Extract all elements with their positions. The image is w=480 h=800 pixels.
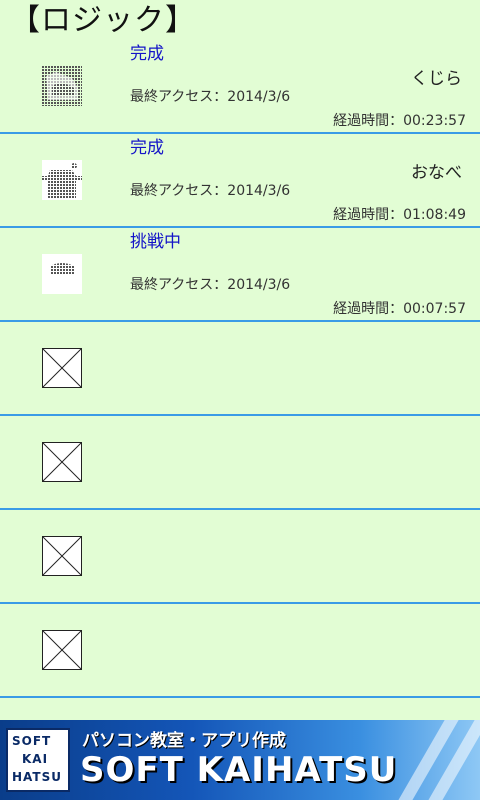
- banner-tagline: パソコン教室・アプリ作成: [82, 731, 286, 751]
- page-title: 【ロジック】: [10, 3, 196, 38]
- puzzle-name: くじら: [411, 69, 462, 89]
- puzzle-name: おなべ: [411, 163, 462, 183]
- partial-puzzle-icon: [42, 254, 82, 294]
- list-item[interactable]: 完成 くじら 最終アクセス：2014/3/6 経過時間：00:23:57: [0, 40, 480, 134]
- status-label: 挑戦中: [130, 232, 181, 252]
- empty-image-icon: [42, 442, 82, 482]
- list-item[interactable]: [0, 510, 480, 604]
- list-item[interactable]: [0, 416, 480, 510]
- whale-icon: [42, 66, 82, 106]
- logo-text: SOFT: [12, 734, 52, 748]
- last-access-text: 最終アクセス：2014/3/6: [130, 89, 291, 105]
- last-access-text: 最終アクセス：2014/3/6: [130, 277, 291, 293]
- app-screen: 【ロジック】 完成 くじら 最終アクセス：2014/3/6 経過時間：00:23…: [0, 0, 480, 800]
- list-item[interactable]: [0, 322, 480, 416]
- list-item[interactable]: 挑戦中 最終アクセス：2014/3/6 経過時間：00:07:57: [0, 228, 480, 322]
- logo-text: KAI: [22, 752, 49, 766]
- list-item[interactable]: 完成 おなべ 最終アクセス：2014/3/6 経過時間：01:08:49: [0, 134, 480, 228]
- empty-image-icon: [42, 348, 82, 388]
- logo-text: HATSU: [12, 770, 62, 784]
- list-item[interactable]: [0, 604, 480, 698]
- empty-image-icon: [42, 536, 82, 576]
- puzzle-list: 完成 くじら 最終アクセス：2014/3/6 経過時間：00:23:57 完成 …: [0, 40, 480, 698]
- company-logo: SOFT KAI HATSU: [6, 728, 70, 792]
- last-access-text: 最終アクセス：2014/3/6: [130, 183, 291, 199]
- pot-icon: [42, 160, 82, 200]
- elapsed-time-text: 経過時間：00:23:57: [333, 113, 466, 129]
- elapsed-time-text: 経過時間：01:08:49: [333, 207, 466, 223]
- status-label: 完成: [130, 138, 164, 158]
- ad-banner[interactable]: SOFT KAI HATSU パソコン教室・アプリ作成 SOFT KAIHATS…: [0, 720, 480, 800]
- elapsed-time-text: 経過時間：00:07:57: [333, 301, 466, 317]
- empty-image-icon: [42, 630, 82, 670]
- banner-brand: SOFT KAIHATSU: [80, 750, 398, 790]
- status-label: 完成: [130, 44, 164, 64]
